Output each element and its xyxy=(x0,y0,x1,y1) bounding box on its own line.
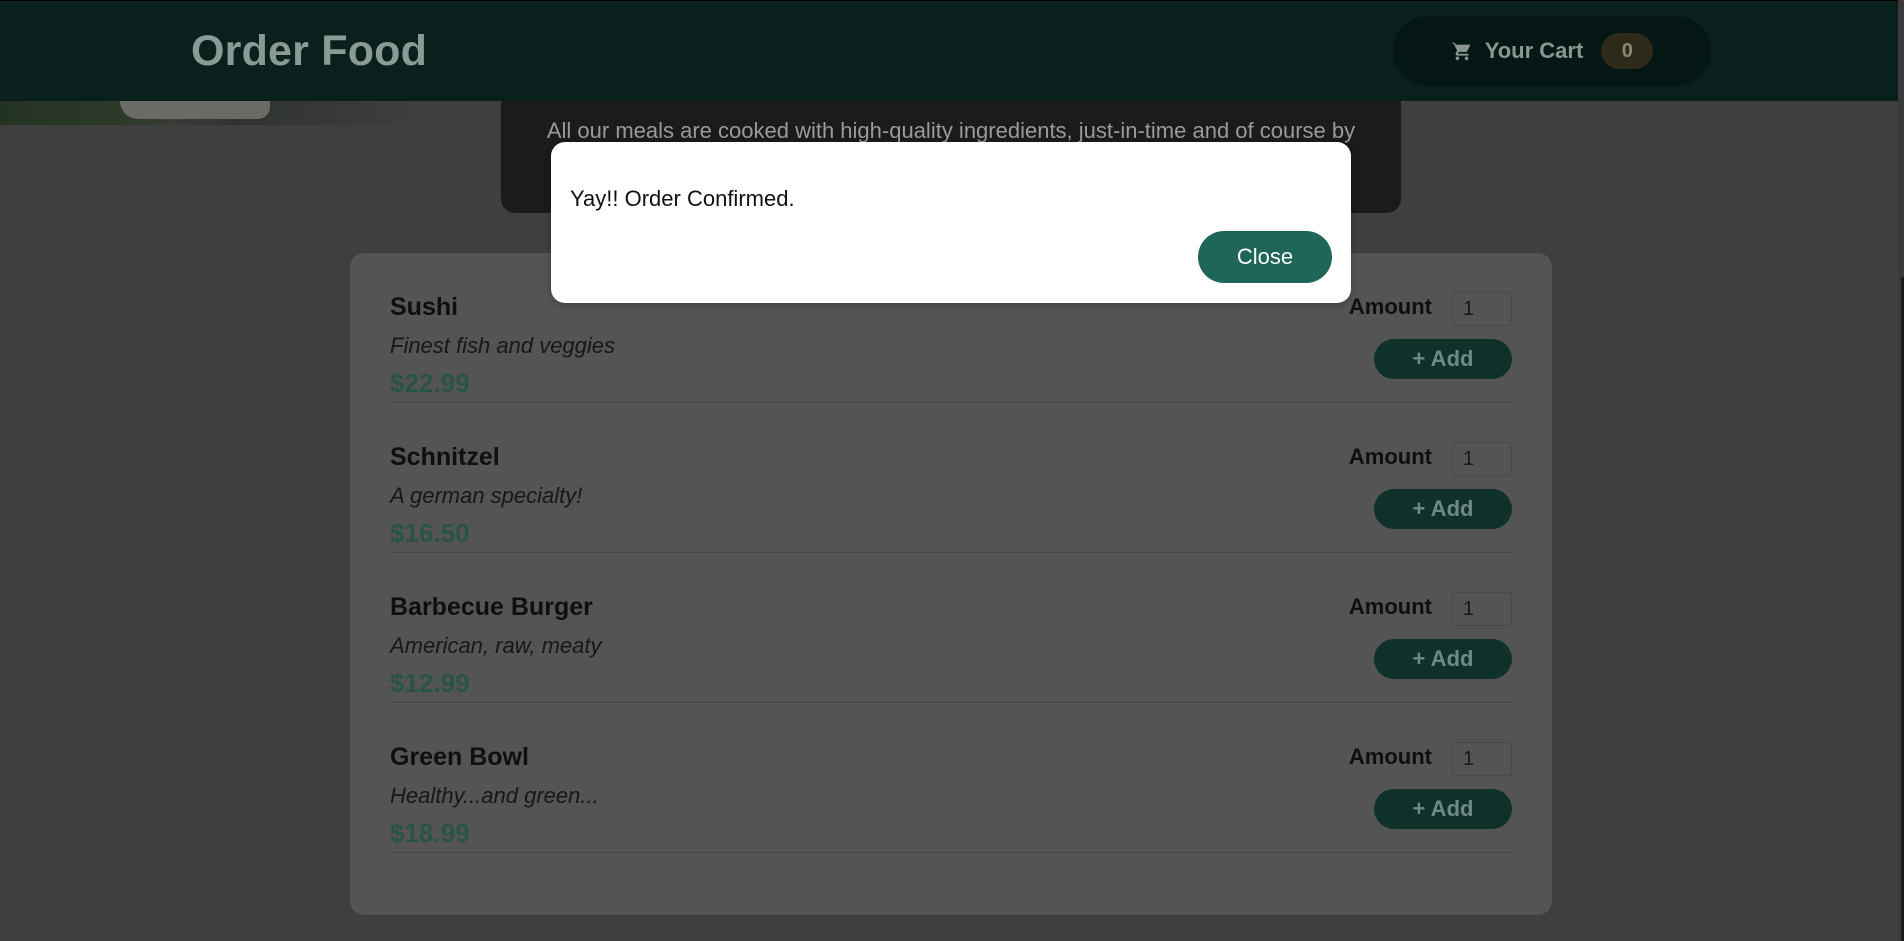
meal-description: American, raw, meaty xyxy=(390,633,602,658)
meal-item: Green Bowl Healthy...and green... $18.99… xyxy=(390,703,1512,853)
page: Order Food Your Cart 0 All our meals are… xyxy=(0,0,1904,941)
meal-description: A german specialty! xyxy=(390,483,583,508)
amount-input[interactable] xyxy=(1452,592,1512,626)
amount-input[interactable] xyxy=(1452,442,1512,476)
meal-item: Barbecue Burger American, raw, meaty $12… xyxy=(390,553,1512,703)
meal-name: Green Bowl xyxy=(390,743,529,771)
amount-input[interactable] xyxy=(1452,742,1512,776)
meal-price: $16.50 xyxy=(390,518,470,548)
cart-icon xyxy=(1451,41,1471,61)
add-to-cart-button[interactable]: + Add xyxy=(1374,639,1512,679)
meal-description: Healthy...and green... xyxy=(390,783,599,808)
amount-label: Amount xyxy=(1348,294,1432,319)
amount-input[interactable] xyxy=(1452,292,1512,326)
meal-description: Finest fish and veggies xyxy=(390,333,616,358)
meal-price: $12.99 xyxy=(390,668,470,698)
meal-price: $22.99 xyxy=(390,368,470,398)
meal-name: Barbecue Burger xyxy=(390,593,593,621)
meal-name: Sushi xyxy=(390,293,459,321)
add-to-cart-button[interactable]: + Add xyxy=(1374,789,1512,829)
cart-label: Your Cart xyxy=(1484,38,1584,63)
cart-count-badge: 0 xyxy=(1601,33,1654,69)
order-confirmation-modal: Yay!! Order Confirmed. Close xyxy=(551,142,1351,303)
hero-plate-image xyxy=(120,101,270,119)
meal-item: Schnitzel A german specialty! $16.50 Amo… xyxy=(390,403,1512,553)
add-to-cart-button[interactable]: + Add xyxy=(1374,489,1512,529)
app-title: Order Food xyxy=(191,26,428,75)
close-button[interactable]: Close xyxy=(1198,231,1332,283)
amount-label: Amount xyxy=(1348,444,1432,469)
cart-button[interactable]: Your Cart 0 xyxy=(1393,16,1711,86)
app-header: Order Food Your Cart 0 xyxy=(0,0,1904,101)
add-to-cart-button[interactable]: + Add xyxy=(1374,339,1512,379)
amount-label: Amount xyxy=(1348,744,1432,769)
meal-price: $18.99 xyxy=(390,818,470,848)
summary-text: All our meals are cooked with high-quali… xyxy=(546,118,1356,143)
meal-name: Schnitzel xyxy=(390,443,500,471)
meals-list: Sushi Finest fish and veggies $22.99 Amo… xyxy=(350,253,1552,915)
amount-label: Amount xyxy=(1348,594,1432,619)
modal-message: Yay!! Order Confirmed. xyxy=(570,186,795,211)
